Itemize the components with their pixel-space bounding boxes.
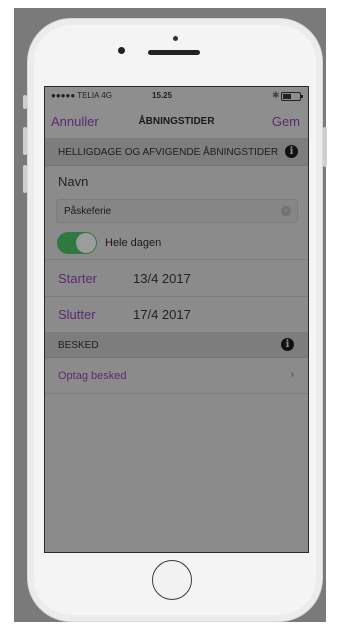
name-label: Navn bbox=[58, 174, 89, 189]
info-icon[interactable]: i bbox=[281, 338, 294, 351]
start-date-row[interactable]: Starter 13/4 2017 bbox=[45, 260, 308, 297]
power-button bbox=[323, 127, 327, 167]
section-header-message: BESKED i bbox=[45, 333, 308, 358]
navigation-bar: Annuller ÅBNINGSTIDER Gem bbox=[45, 104, 308, 139]
battery-icon bbox=[281, 92, 303, 101]
carrier-label: ●●●●● TELIA 4G bbox=[51, 91, 112, 100]
all-day-toggle[interactable] bbox=[57, 232, 97, 254]
volume-down-button bbox=[23, 165, 27, 193]
volume-up-button bbox=[23, 127, 27, 155]
name-value: Påskeferie bbox=[64, 206, 112, 217]
all-day-label: Hele dagen bbox=[105, 237, 162, 249]
section-title-holidays: HELLIGDAGE OG AFVIGENDE ÅBNINGSTIDER bbox=[58, 147, 279, 158]
page-title: ÅBNINGSTIDER bbox=[138, 116, 215, 127]
section-header-holidays: HELLIGDAGE OG AFVIGENDE ÅBNINGSTIDER i bbox=[45, 139, 308, 166]
home-button[interactable] bbox=[152, 560, 192, 600]
end-label: Slutter bbox=[58, 307, 96, 322]
bluetooth-icon: ✱ bbox=[272, 90, 280, 100]
status-time: 15.25 bbox=[152, 91, 173, 100]
chevron-right-icon: › bbox=[290, 369, 294, 380]
section-title-message: BESKED bbox=[58, 340, 99, 351]
earpiece-speaker bbox=[148, 50, 200, 55]
start-date-value: 13/4 2017 bbox=[133, 271, 191, 286]
end-date-value: 17/4 2017 bbox=[133, 307, 191, 322]
end-date-row[interactable]: Slutter 17/4 2017 bbox=[45, 297, 308, 333]
start-label: Starter bbox=[58, 271, 98, 286]
phone-screen: ●●●●● TELIA 4G 15.25 ✱ Annuller ÅBNINGST… bbox=[44, 86, 309, 553]
name-field[interactable]: Påskeferie × bbox=[56, 199, 298, 223]
toggle-knob bbox=[76, 233, 96, 253]
front-camera bbox=[118, 47, 125, 54]
front-sensor bbox=[173, 36, 178, 41]
mute-switch bbox=[23, 95, 27, 109]
record-message-row[interactable]: Optag besked › bbox=[45, 358, 308, 394]
status-bar: ●●●●● TELIA 4G 15.25 ✱ bbox=[45, 87, 308, 104]
name-row: Navn bbox=[45, 166, 308, 195]
info-icon[interactable]: i bbox=[285, 145, 298, 158]
clear-icon[interactable]: × bbox=[281, 206, 291, 216]
save-button[interactable]: Gem bbox=[272, 114, 300, 129]
record-message-label: Optag besked bbox=[58, 370, 127, 382]
